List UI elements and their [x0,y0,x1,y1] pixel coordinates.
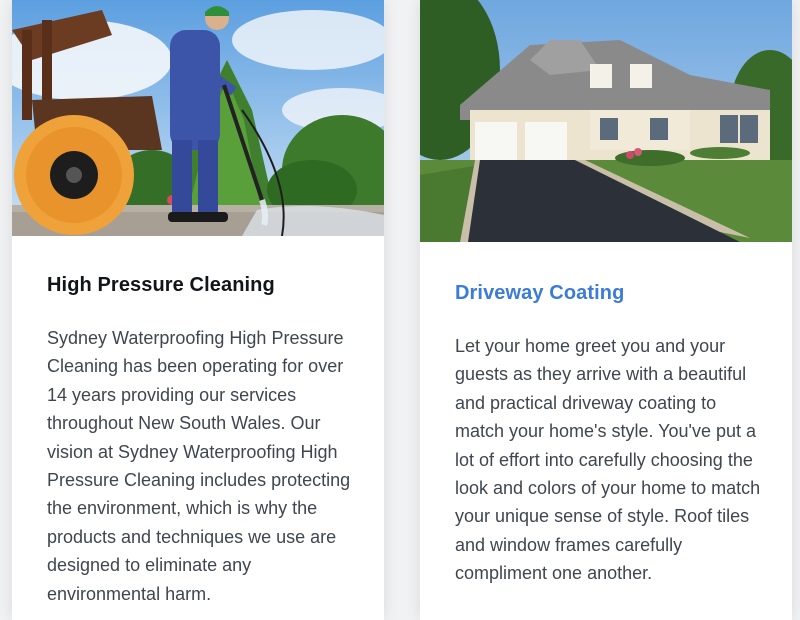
card-description: Let your home greet you and your guests … [455,336,761,584]
pressure-cleaning-photo [12,0,384,236]
driveway-house-photo [420,0,792,242]
card-title: Driveway Coating [455,282,625,304]
service-card-high-pressure-cleaning: High Pressure Cleaning Sydney Waterproof… [12,0,384,620]
service-card-driveway-coating: Driveway Coating Let your home greet you… [420,0,792,620]
card-title: High Pressure Cleaning [47,274,275,296]
card-description: Sydney Waterproofing High Pressure Clean… [47,328,351,604]
